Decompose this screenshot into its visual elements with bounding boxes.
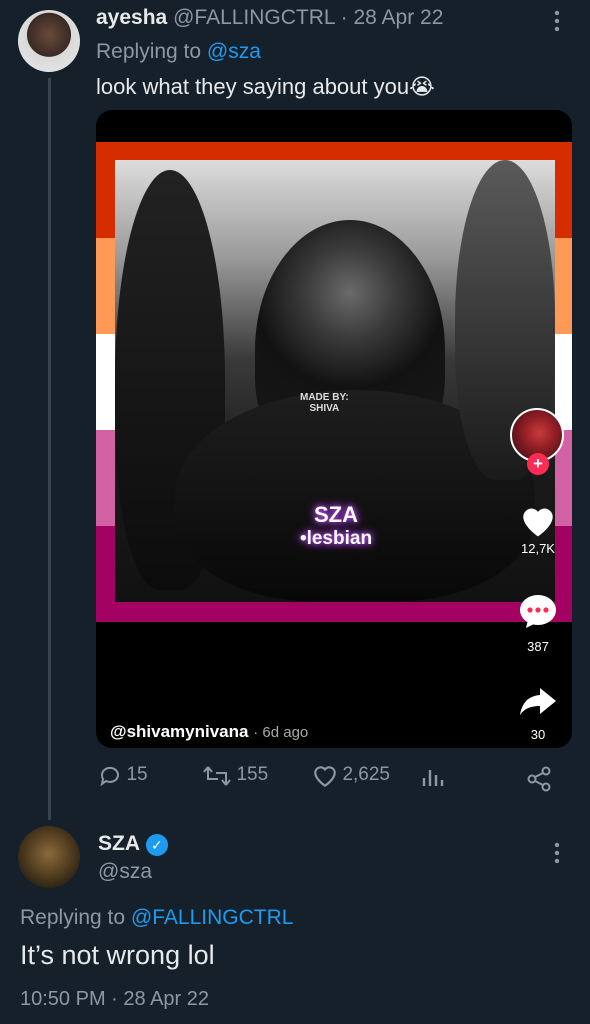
comment-bubble-icon bbox=[520, 595, 556, 628]
video-caption: SZA •lesbian bbox=[288, 502, 384, 550]
display-name[interactable]: SZA bbox=[98, 832, 140, 855]
watermark-line2: SHIVA bbox=[309, 403, 340, 414]
replying-to: Replying to @sza bbox=[96, 40, 261, 64]
video-footer: @shivamynivana · 6d ago bbox=[110, 722, 308, 742]
like-count: 2,625 bbox=[342, 764, 390, 786]
video-comments[interactable]: 387 bbox=[508, 594, 568, 654]
video-comment-count: 387 bbox=[527, 639, 549, 654]
caption-line1: SZA bbox=[314, 502, 358, 527]
display-name[interactable]: ayesha bbox=[96, 6, 167, 29]
heart-icon bbox=[523, 508, 553, 537]
more-options-icon[interactable] bbox=[550, 8, 564, 39]
handle[interactable]: @sza bbox=[98, 860, 152, 884]
more-options-icon[interactable] bbox=[550, 840, 564, 871]
retweet-icon bbox=[203, 766, 231, 786]
watermark-line1: MADE BY: bbox=[300, 392, 349, 403]
replying-to-label: Replying to bbox=[20, 906, 126, 929]
caption-line2: •lesbian bbox=[299, 528, 373, 549]
video-like[interactable]: 12,7K bbox=[508, 502, 568, 556]
tweet-actions: 15 155 2,625 bbox=[98, 764, 558, 794]
replying-to-link[interactable]: @sza bbox=[207, 40, 261, 63]
analytics-button[interactable] bbox=[420, 766, 444, 795]
thread-connector bbox=[48, 78, 51, 820]
replying-to-label: Replying to bbox=[96, 40, 202, 63]
retweet-count: 155 bbox=[236, 764, 269, 786]
like-button[interactable]: 2,625 bbox=[312, 764, 390, 788]
video-author[interactable]: @shivamynivana bbox=[110, 722, 248, 741]
share-button[interactable] bbox=[526, 766, 552, 797]
share-arrow-icon bbox=[520, 688, 556, 715]
verified-badge-icon: ✓ bbox=[145, 834, 168, 856]
tweet-header: ayesha @FALLINGCTRL · 28 Apr 22 bbox=[96, 6, 443, 30]
video-share-count: 30 bbox=[530, 727, 546, 742]
tweet-timestamp[interactable]: 10:50 PM · 28 Apr 22 bbox=[20, 988, 209, 1011]
reply-count: 15 bbox=[126, 764, 148, 786]
tweet-text: It’s not wrong lol bbox=[20, 940, 215, 970]
watermark: MADE BY: SHIVA bbox=[300, 392, 349, 414]
tweet-date[interactable]: · 28 Apr 22 bbox=[341, 6, 444, 29]
handle[interactable]: @FALLINGCTRL bbox=[173, 6, 335, 29]
analytics-icon bbox=[422, 770, 444, 786]
replying-to-link[interactable]: @FALLINGCTRL bbox=[131, 906, 294, 929]
reply-button[interactable]: 15 bbox=[98, 764, 148, 788]
like-heart-icon bbox=[314, 766, 336, 788]
tweet-text: look what they saying about you😭 bbox=[96, 74, 435, 99]
video-share[interactable]: 30 bbox=[508, 684, 568, 742]
retweet-button[interactable]: 155 bbox=[202, 764, 268, 788]
follow-plus-icon[interactable]: + bbox=[527, 453, 549, 475]
video-age: · 6d ago bbox=[253, 724, 309, 741]
reply-icon bbox=[100, 766, 119, 787]
replying-to: Replying to @FALLINGCTRL bbox=[20, 906, 293, 930]
avatar[interactable] bbox=[18, 10, 80, 72]
tweet-header: SZA ✓ bbox=[98, 832, 168, 856]
video-like-count: 12,7K bbox=[521, 541, 555, 556]
share-icon bbox=[527, 766, 551, 792]
avatar[interactable] bbox=[18, 826, 80, 888]
